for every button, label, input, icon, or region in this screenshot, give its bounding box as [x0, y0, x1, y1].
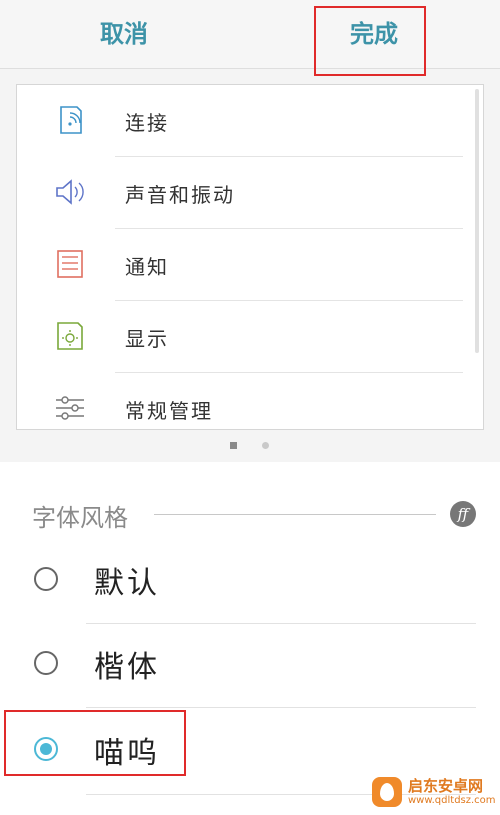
settings-row-label: 常规管理 [125, 399, 213, 423]
settings-row-sound: 声音和振动 [17, 157, 483, 229]
settings-row-label: 显示 [125, 327, 169, 351]
watermark-logo-icon [372, 777, 402, 807]
settings-row-label: 通知 [125, 255, 169, 279]
page-indicator [262, 442, 269, 449]
settings-row-connections: 连接 [17, 85, 483, 157]
settings-row-label: 声音和振动 [125, 183, 235, 207]
font-option-label: 喵呜 [94, 736, 160, 771]
watermark-title: 启东安卓网 [408, 777, 484, 795]
notification-icon [57, 250, 83, 278]
font-download-icon[interactable]: ff [450, 501, 476, 527]
settings-row-notifications: 通知 [17, 229, 483, 301]
font-option-label: 默认 [94, 566, 160, 601]
connection-icon [60, 106, 82, 134]
watermark-url: www.qdltdsz.com [408, 795, 496, 806]
preview-scrollbar[interactable] [475, 89, 479, 353]
section-divider [154, 514, 436, 515]
cancel-button[interactable]: 取消 [100, 16, 148, 52]
font-preview-card[interactable]: 连接 声音和振动 通知 显示 常规管理 [16, 84, 484, 430]
top-bar: 取消 完成 [0, 0, 500, 69]
font-option-label: 楷体 [94, 650, 160, 685]
radio-button[interactable] [34, 567, 58, 591]
font-option-kaiti[interactable]: 楷体 [0, 624, 500, 708]
radio-button[interactable] [34, 651, 58, 675]
font-option-default[interactable]: 默认 [0, 540, 500, 624]
done-button[interactable]: 完成 [350, 16, 398, 52]
settings-row-general: 常规管理 [17, 373, 483, 429]
settings-row-label: 连接 [125, 111, 169, 135]
radio-button-selected[interactable] [34, 737, 58, 761]
option-divider [86, 707, 476, 708]
section-title: 字体风格 [32, 504, 128, 532]
speaker-icon [56, 179, 84, 205]
sliders-icon [56, 396, 84, 420]
page-indicator-active [230, 442, 237, 449]
font-style-panel: 字体风格 ff 默认 楷体 喵呜 [0, 462, 500, 815]
settings-row-display: 显示 [17, 301, 483, 373]
display-icon [57, 322, 83, 350]
site-watermark: 启东安卓网 www.qdltdsz.com [372, 775, 496, 811]
